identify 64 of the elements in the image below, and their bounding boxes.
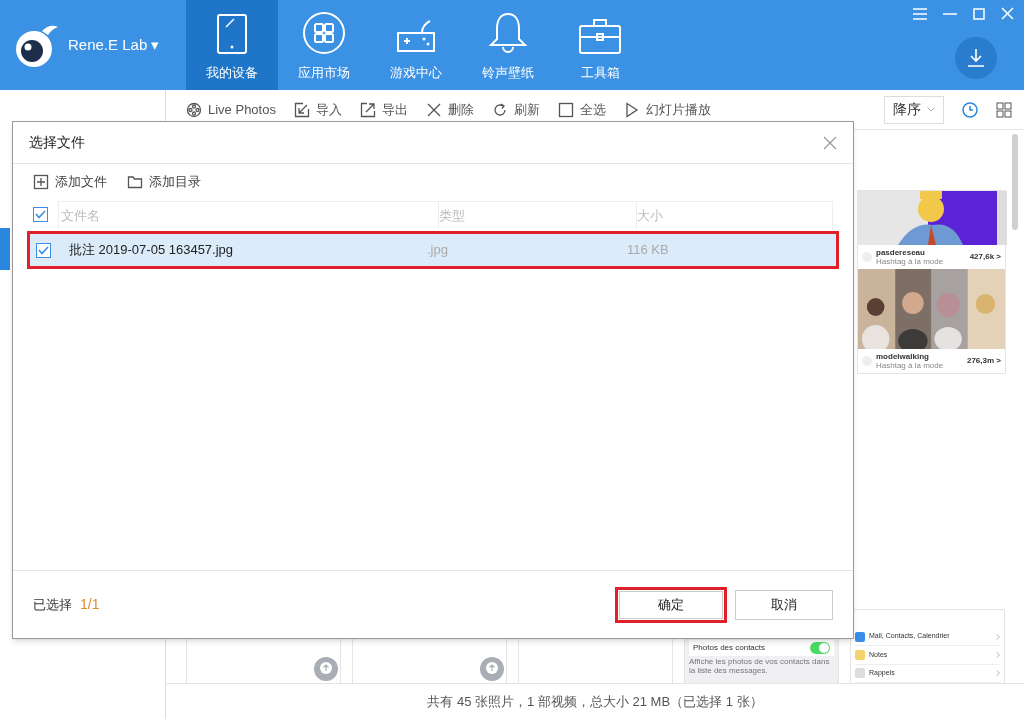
minimize-icon[interactable] xyxy=(943,12,957,15)
folder-icon xyxy=(127,173,143,190)
file-row[interactable]: 批注 2019-07-05 163457.jpg .jpg 116 KB xyxy=(27,231,839,269)
add-file-icon xyxy=(33,173,49,190)
refresh-icon xyxy=(491,101,508,118)
hashtag-subtitle: Hashtag à la mode xyxy=(876,361,945,370)
toolbar-button[interactable]: 全选 xyxy=(557,99,606,120)
dialog-title: 选择文件 xyxy=(29,133,85,152)
file-name: 批注 2019-07-05 163457.jpg xyxy=(68,241,235,260)
nav-tab[interactable]: 我的设备 xyxy=(186,0,278,90)
chevron-icon xyxy=(996,670,1000,677)
app-icon xyxy=(855,650,865,660)
row-checkbox[interactable] xyxy=(36,242,51,258)
select-all-checkbox[interactable] xyxy=(33,206,48,222)
selected-count: 1/1 xyxy=(80,595,100,614)
confirm-button[interactable]: 确定 xyxy=(615,586,727,623)
clock-icon[interactable] xyxy=(962,101,978,118)
tablet-icon xyxy=(216,12,248,55)
play-icon xyxy=(623,101,640,118)
close-icon[interactable] xyxy=(823,135,837,150)
download-button[interactable] xyxy=(955,37,997,79)
gamepad-icon xyxy=(394,18,438,55)
status-bar: 共有 45 张照片，1 部视频，总大小 21 MB（已选择 1 张） xyxy=(166,683,1024,719)
chevron-icon xyxy=(996,652,1000,658)
setting-label: Photos des contacts xyxy=(693,642,766,654)
photo-thumbnail[interactable]: pasdereseau Hashtag à la mode 427,6k > modelwalking Hashtag à la mode 276,3m > xyxy=(857,190,1006,374)
toolbox-icon xyxy=(578,16,622,55)
chevron-icon xyxy=(996,633,1000,640)
toolbar-button[interactable]: Live Photos xyxy=(186,99,276,120)
toolbar-button[interactable]: 导出 xyxy=(359,99,408,120)
delete-icon xyxy=(425,101,442,118)
hashtag-count: 427,6k > xyxy=(969,251,1001,263)
menu-icon[interactable] xyxy=(913,7,927,20)
app-icon xyxy=(855,631,865,642)
hashtag-name: pasdereseau xyxy=(876,248,926,257)
export-icon xyxy=(359,101,376,118)
file-type: .jpg xyxy=(427,241,449,260)
setting-note: Affiche les photos de vos contacts dans la liste des messages. xyxy=(689,656,831,675)
cancel-button[interactable]: 取消 xyxy=(735,589,833,620)
toolbar-button[interactable]: 删除 xyxy=(425,99,474,120)
toolbar-button[interactable]: 刷新 xyxy=(491,99,540,120)
toolbar-button[interactable]: 幻灯片播放 xyxy=(623,99,711,120)
app-icon xyxy=(855,668,865,679)
download-icon xyxy=(967,48,985,68)
grid-view-icon[interactable] xyxy=(996,101,1012,118)
scrollbar[interactable] xyxy=(1012,134,1018,230)
sidebar-selection-marker xyxy=(0,228,10,270)
file-size: 116 KB xyxy=(627,241,670,260)
dialog-action[interactable]: 添加文件 xyxy=(33,171,107,192)
chevron-down-icon xyxy=(927,107,935,112)
toggle-switch[interactable] xyxy=(810,642,830,654)
hashtag-subtitle: Hashtag à la mode xyxy=(876,257,945,266)
import-icon xyxy=(293,101,310,118)
maximize-icon[interactable] xyxy=(973,7,985,20)
apps-grid-icon xyxy=(302,10,346,55)
bell-icon xyxy=(488,10,528,55)
hashtag-name: modelwalking xyxy=(876,352,930,361)
dialog-action[interactable]: 添加目录 xyxy=(127,171,201,192)
checkbox-icon xyxy=(557,101,574,118)
film-reel-icon xyxy=(186,101,202,118)
sort-dropdown[interactable]: 降序 xyxy=(884,95,944,124)
hashtag-count: 276,3m > xyxy=(966,355,1001,367)
selected-label: 已选择 xyxy=(33,595,72,614)
toolbar-button[interactable]: 导入 xyxy=(293,99,342,120)
